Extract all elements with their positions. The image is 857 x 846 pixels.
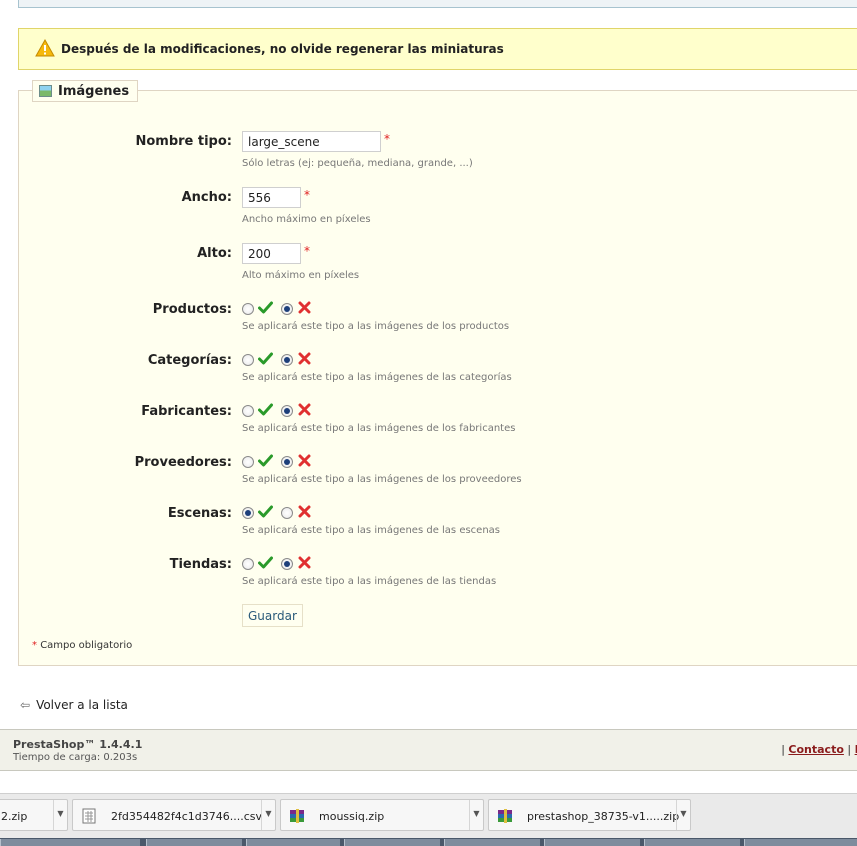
required-asterisk: * bbox=[384, 132, 390, 146]
image-icon bbox=[39, 85, 52, 97]
required-asterisk: * bbox=[32, 640, 37, 651]
check-icon bbox=[258, 505, 273, 518]
check-icon bbox=[258, 403, 273, 416]
toggle-hint: Se aplicará este tipo a las imágenes de … bbox=[242, 372, 512, 383]
toggle-hint: Se aplicará este tipo a las imágenes de … bbox=[242, 423, 516, 434]
height-label: Alto: bbox=[197, 246, 232, 261]
download-item[interactable]: moussiq.zip ▼ bbox=[280, 799, 484, 831]
cross-icon bbox=[298, 301, 311, 314]
footer-separator: | bbox=[847, 743, 852, 756]
width-label: Ancho: bbox=[181, 190, 232, 205]
download-filename: prestashop_38735-v1.....zip bbox=[527, 810, 680, 823]
check-icon bbox=[258, 352, 273, 365]
back-to-list-link[interactable]: ⇦ Volver a la lista bbox=[20, 698, 128, 712]
legend-title: Imágenes bbox=[58, 83, 130, 99]
footer: PrestaShop™ 1.4.4.1 Tiempo de carga: 0.2… bbox=[0, 729, 857, 771]
toggle-hint: Se aplicará este tipo a las imágenes de … bbox=[242, 525, 501, 536]
radio-yes[interactable] bbox=[242, 354, 254, 366]
footer-separator: | bbox=[781, 743, 785, 756]
warning-text: Después de la modificaciones, no olvide … bbox=[61, 42, 504, 56]
name-type-hint: Sólo letras (ej: pequeña, mediana, grand… bbox=[242, 158, 473, 169]
cross-icon bbox=[298, 352, 311, 365]
download-filename: 2.zip bbox=[1, 810, 28, 823]
radio-no[interactable] bbox=[281, 303, 293, 315]
warning-icon bbox=[35, 39, 55, 57]
name-type-label: Nombre tipo: bbox=[135, 134, 232, 149]
zip-archive-icon bbox=[290, 809, 304, 823]
cross-icon bbox=[298, 556, 311, 569]
save-button[interactable]: Guardar bbox=[242, 604, 303, 627]
chevron-down-icon[interactable]: ▼ bbox=[469, 800, 483, 830]
toggle-hint: Se aplicará este tipo a las imágenes de … bbox=[242, 321, 510, 332]
toggle-label: Proveedores: bbox=[134, 455, 232, 470]
footer-load-time: Tiempo de carga: 0.203s bbox=[13, 752, 138, 763]
name-type-input[interactable] bbox=[242, 131, 381, 152]
radio-no[interactable] bbox=[281, 405, 293, 417]
back-arrow-icon: ⇦ bbox=[20, 698, 31, 712]
download-filename: 2fd354482f4c1d3746....csv bbox=[111, 810, 263, 823]
toggle-label: Fabricantes: bbox=[141, 404, 232, 419]
toggle-label: Productos: bbox=[152, 302, 232, 317]
download-item[interactable]: 2.zip ▼ bbox=[0, 799, 68, 831]
taskbar-button[interactable] bbox=[444, 839, 540, 846]
cross-icon bbox=[298, 454, 311, 467]
check-icon bbox=[258, 454, 273, 467]
toggle-label: Tiendas: bbox=[169, 557, 232, 572]
taskbar-button[interactable] bbox=[146, 839, 242, 846]
required-note-text: Campo obligatorio bbox=[40, 640, 133, 651]
radio-no[interactable] bbox=[281, 507, 293, 519]
download-item[interactable]: 2fd354482f4c1d3746....csv ▼ bbox=[72, 799, 276, 831]
taskbar-button[interactable] bbox=[0, 839, 140, 846]
taskbar-button[interactable] bbox=[344, 839, 440, 846]
toggle-label: Escenas: bbox=[167, 506, 232, 521]
chevron-down-icon[interactable]: ▼ bbox=[261, 800, 275, 830]
footer-links: | Contacto | B bbox=[781, 743, 857, 756]
warning-banner: Después de la modificaciones, no olvide … bbox=[18, 28, 857, 70]
taskbar-button[interactable] bbox=[644, 839, 740, 846]
required-asterisk: * bbox=[304, 244, 310, 258]
radio-yes[interactable] bbox=[242, 303, 254, 315]
radio-no[interactable] bbox=[281, 558, 293, 570]
chevron-down-icon[interactable]: ▼ bbox=[676, 800, 690, 830]
check-icon bbox=[258, 301, 273, 314]
toggle-hint: Se aplicará este tipo a las imágenes de … bbox=[242, 576, 497, 587]
check-icon bbox=[258, 556, 273, 569]
required-note: * Campo obligatorio bbox=[32, 640, 132, 651]
fieldset-legend: Imágenes bbox=[32, 80, 139, 102]
back-link-label: Volver a la lista bbox=[36, 698, 128, 712]
radio-yes[interactable] bbox=[242, 405, 254, 417]
radio-yes[interactable] bbox=[242, 558, 254, 570]
taskbar-button[interactable] bbox=[246, 839, 340, 846]
radio-no[interactable] bbox=[281, 456, 293, 468]
chevron-down-icon[interactable]: ▼ bbox=[53, 800, 67, 830]
taskbar-button[interactable] bbox=[544, 839, 640, 846]
width-hint: Ancho máximo en píxeles bbox=[242, 214, 371, 225]
csv-file-icon bbox=[82, 808, 96, 824]
toggle-label: Categorías: bbox=[147, 353, 232, 368]
required-asterisk: * bbox=[304, 188, 310, 202]
footer-brand: PrestaShop™ 1.4.4.1 bbox=[13, 738, 143, 751]
width-input[interactable] bbox=[242, 187, 301, 208]
height-hint: Alto máximo en píxeles bbox=[242, 270, 360, 281]
height-input[interactable] bbox=[242, 243, 301, 264]
contact-link[interactable]: Contacto bbox=[788, 743, 843, 756]
radio-yes[interactable] bbox=[242, 456, 254, 468]
zip-archive-icon bbox=[498, 809, 512, 823]
top-panel-edge bbox=[18, 0, 857, 8]
download-filename: moussiq.zip bbox=[319, 810, 385, 823]
download-item[interactable]: prestashop_38735-v1.....zip ▼ bbox=[488, 799, 691, 831]
toggle-hint: Se aplicará este tipo a las imágenes de … bbox=[242, 474, 522, 485]
taskbar-button[interactable] bbox=[744, 839, 857, 846]
cross-icon bbox=[298, 403, 311, 416]
radio-no[interactable] bbox=[281, 354, 293, 366]
radio-yes[interactable] bbox=[242, 507, 254, 519]
page: { "warning": { "text": "Después de la mo… bbox=[0, 0, 857, 846]
cross-icon bbox=[298, 505, 311, 518]
